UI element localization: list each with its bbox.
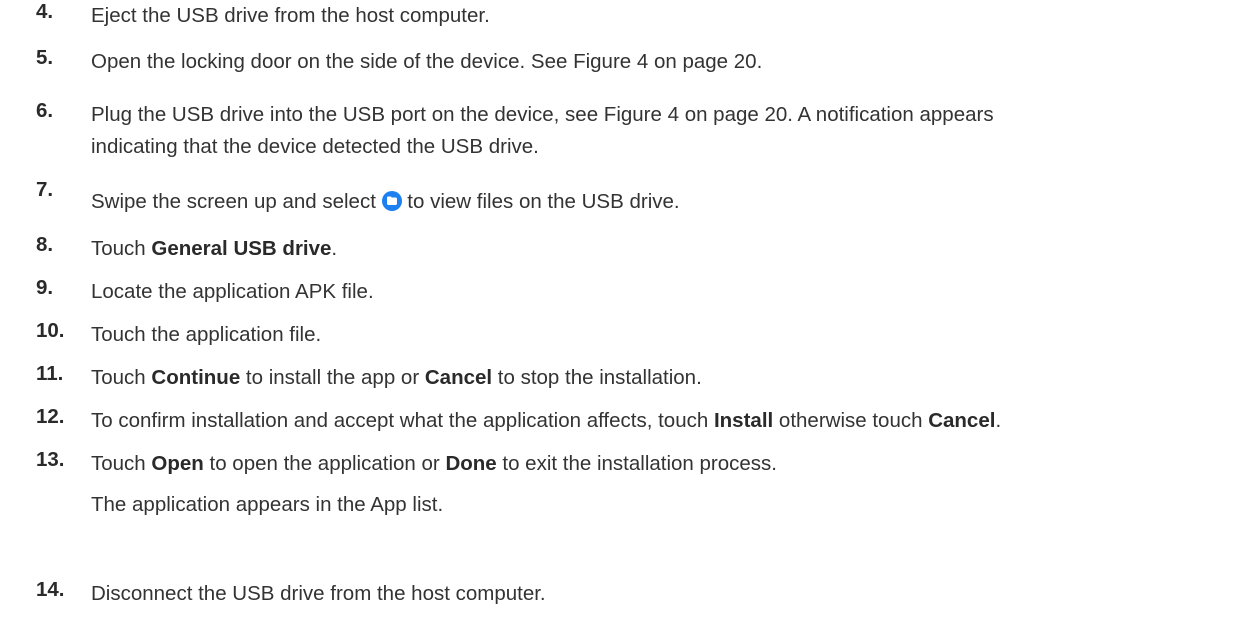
step-number: 10. [36, 319, 65, 342]
step-number: 12. [36, 405, 65, 428]
step-text: Eject the USB drive from the host comput… [91, 4, 490, 27]
folder-icon [381, 189, 402, 211]
document-page: { "steps": [ {"num": "4.", "parts": ["Ej… [0, 0, 1248, 627]
step-text-continued: indicating that the device detected the … [91, 135, 539, 158]
step-number: 11. [36, 362, 64, 385]
step-text: Disconnect the USB drive from the host c… [91, 582, 546, 605]
step-number: 14. [36, 578, 65, 601]
step-number: 6. [36, 99, 54, 122]
step-text: To confirm installation and accept what … [91, 409, 1002, 432]
step-text: Touch Open to open the application or Do… [91, 452, 778, 475]
step-number: 9. [36, 276, 54, 299]
step-text: Locate the application APK file. [91, 280, 374, 303]
step-number: 13. [36, 448, 65, 471]
step-number: 7. [36, 178, 54, 201]
step-text: Swipe the screen up and select to view f… [91, 189, 680, 213]
step-text: Touch the application file. [91, 323, 322, 346]
step-number: 8. [36, 233, 54, 256]
step-text: Plug the USB drive into the USB port on … [91, 103, 994, 126]
step-note: The application appears in the App list. [91, 493, 444, 516]
step-number: 5. [36, 46, 54, 69]
step-text: Touch Continue to install the app or Can… [91, 366, 702, 389]
step-text: Touch General USB drive. [91, 237, 338, 260]
step-number: 4. [36, 0, 54, 23]
step-text: Open the locking door on the side of the… [91, 50, 763, 73]
